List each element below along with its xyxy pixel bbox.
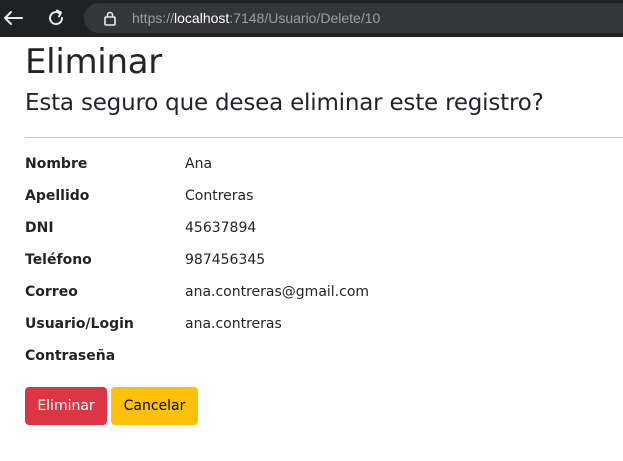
field-label: Usuario/Login xyxy=(25,316,134,332)
url-text: https://localhost:7148/Usuario/Delete/10 xyxy=(132,10,380,26)
delete-button[interactable]: Eliminar xyxy=(25,387,107,425)
field-label: Nombre xyxy=(25,156,88,172)
lock-icon[interactable] xyxy=(103,10,117,26)
field-value: Ana xyxy=(185,156,213,172)
back-arrow-icon[interactable] xyxy=(0,6,26,30)
field-value: ana.contreras xyxy=(185,316,282,332)
field-value: 987456345 xyxy=(185,252,266,268)
page-subtitle: Esta seguro que desea eliminar este regi… xyxy=(25,90,544,116)
page-title: Eliminar xyxy=(25,42,162,82)
url-path: :7148/Usuario/Delete/10 xyxy=(229,10,381,26)
reload-icon[interactable] xyxy=(43,6,69,30)
field-value: 45637894 xyxy=(185,220,257,236)
field-label: DNI xyxy=(25,220,54,236)
field-value: Contreras xyxy=(185,188,254,204)
field-label: Correo xyxy=(25,284,78,300)
address-bar[interactable]: https://localhost:7148/Usuario/Delete/10 xyxy=(84,3,623,33)
main-content: Eliminar Esta seguro que desea eliminar … xyxy=(25,37,623,425)
field-label: Contraseña xyxy=(25,348,116,364)
browser-toolbar: https://localhost:7148/Usuario/Delete/10 xyxy=(0,0,623,37)
cancel-button[interactable]: Cancelar xyxy=(111,387,198,425)
field-value: ana.contreras@gmail.com xyxy=(185,284,370,300)
url-host: localhost xyxy=(174,10,230,26)
field-label: Apellido xyxy=(25,188,90,204)
field-label: Teléfono xyxy=(25,252,92,268)
divider xyxy=(25,137,623,138)
url-scheme: https:// xyxy=(132,10,175,26)
